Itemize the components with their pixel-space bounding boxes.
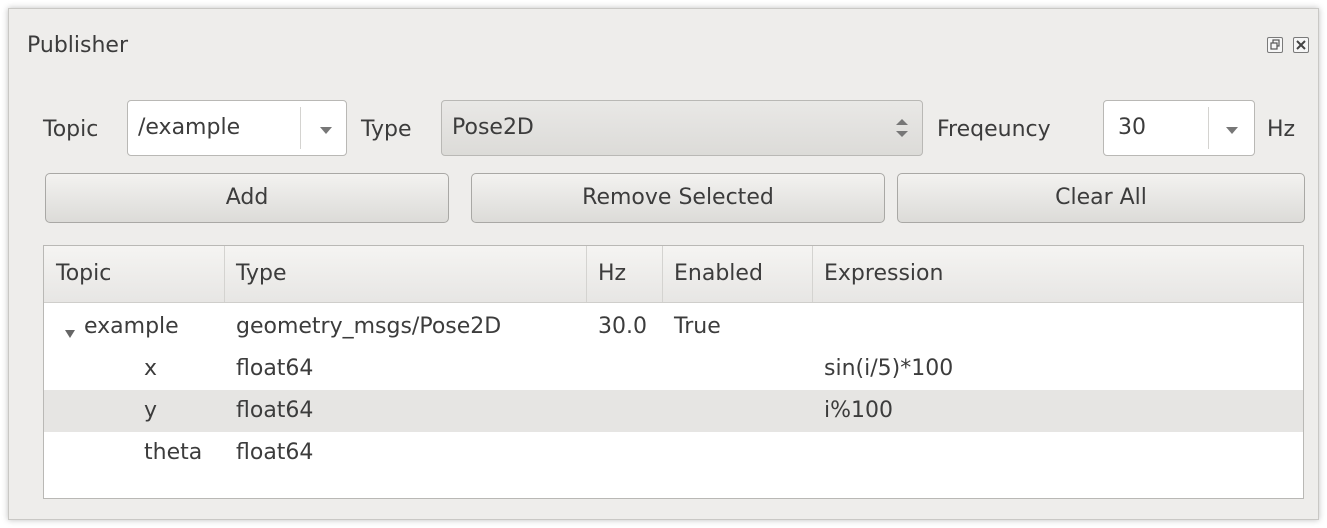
column-header-expression[interactable]: Expression: [812, 246, 1302, 302]
row-type: float64: [236, 440, 314, 465]
clear-all-button[interactable]: Clear All: [897, 173, 1305, 223]
chevron-down-icon: [304, 101, 348, 155]
close-window-button[interactable]: [1293, 37, 1309, 53]
row-topic: y: [144, 398, 158, 423]
chevron-down-icon: [1210, 101, 1254, 155]
table-row-selected[interactable]: y float64 i%100: [44, 390, 1303, 432]
column-header-type[interactable]: Type: [224, 246, 586, 302]
remove-selected-button[interactable]: Remove Selected: [471, 173, 885, 223]
restore-icon: [1270, 39, 1280, 50]
close-icon: [1296, 40, 1306, 50]
topic-label: Topic: [43, 117, 99, 142]
topic-combo[interactable]: /example: [127, 100, 347, 156]
row-expression[interactable]: i%100: [824, 390, 893, 432]
column-header-hz[interactable]: Hz: [586, 246, 662, 302]
row-enabled: True: [674, 314, 721, 339]
table-row[interactable]: theta float64: [44, 432, 1303, 474]
frequency-label: Freqeuncy: [937, 117, 1051, 142]
row-topic: theta: [144, 440, 203, 465]
column-header-enabled[interactable]: Enabled: [662, 246, 812, 302]
hz-unit-label: Hz: [1267, 117, 1296, 142]
publisher-table[interactable]: Topic Type Hz Enabled Expression example…: [43, 245, 1304, 499]
frequency-combo-value: 30: [1118, 115, 1146, 140]
type-label: Type: [361, 117, 412, 142]
type-combo-value: Pose2D: [452, 115, 534, 140]
row-type: float64: [236, 356, 314, 381]
table-row[interactable]: example geometry_msgs/Pose2D 30.0 True: [44, 306, 1303, 348]
row-type: float64: [236, 398, 314, 423]
float-window-button[interactable]: [1267, 37, 1283, 53]
triangle-down-icon[interactable]: [64, 321, 76, 346]
row-topic: x: [144, 356, 158, 381]
spin-arrows-icon: [884, 101, 920, 155]
window-title: Publisher: [27, 33, 128, 58]
row-type: geometry_msgs/Pose2D: [236, 314, 502, 339]
table-row[interactable]: x float64 sin(i/5)*100: [44, 348, 1303, 390]
row-expression[interactable]: sin(i/5)*100: [824, 348, 953, 390]
row-topic: example: [84, 314, 179, 339]
add-button[interactable]: Add: [45, 173, 449, 223]
table-header: Topic Type Hz Enabled Expression: [44, 246, 1303, 303]
type-combo[interactable]: Pose2D: [441, 100, 923, 156]
publisher-window: Publisher Topic /example Type Pose2D Fre…: [8, 8, 1319, 520]
row-hz: 30.0: [598, 314, 647, 339]
column-header-topic[interactable]: Topic: [44, 246, 224, 302]
frequency-combo[interactable]: 30: [1103, 100, 1255, 156]
topic-combo-value: /example: [138, 115, 241, 140]
